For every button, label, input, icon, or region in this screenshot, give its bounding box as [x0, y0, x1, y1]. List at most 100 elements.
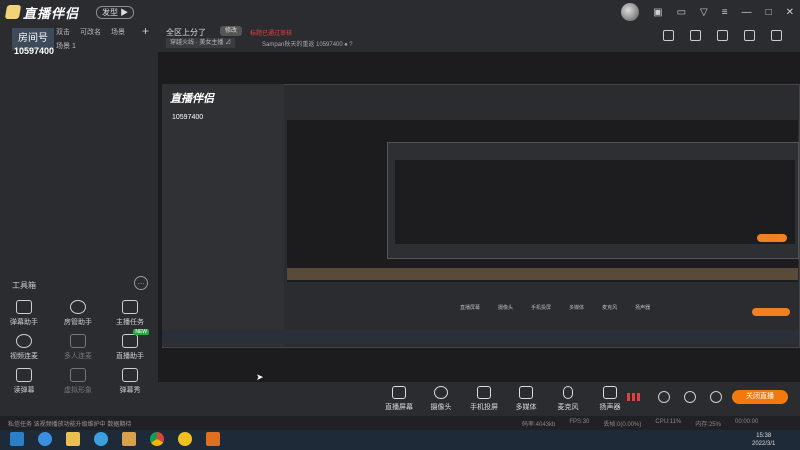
- live-app-icon[interactable]: [122, 432, 136, 446]
- scene-tab[interactable]: 可改名: [80, 27, 101, 37]
- start-icon[interactable]: [10, 432, 24, 446]
- speaker-button[interactable]: 扬声器: [593, 386, 627, 412]
- tool-read-danmu[interactable]: 读弹幕: [4, 368, 44, 395]
- media-button[interactable]: 多媒体: [509, 386, 543, 412]
- message-icon[interactable]: ▣: [653, 7, 662, 18]
- tool-live-helper[interactable]: NEW 直播助手: [110, 329, 150, 361]
- task-icon: [122, 300, 138, 314]
- category-selector[interactable]: 穿越火线 · 美女主播 ⊿: [166, 38, 235, 48]
- tool-label: 视频连麦: [10, 353, 38, 360]
- tool-label: 弹幕助手: [10, 319, 38, 326]
- maximize-icon[interactable]: □: [766, 7, 772, 18]
- memory-stat: 内存:25%: [695, 422, 721, 428]
- read-danmu-icon: [16, 368, 32, 382]
- qq-icon[interactable]: [178, 432, 192, 446]
- speaker-icon: [603, 386, 617, 399]
- tool-label: 直播助手: [116, 353, 144, 360]
- danmu-show-icon: [122, 368, 138, 382]
- nested-control-label: 麦克风: [602, 305, 618, 311]
- room-admin-icon: [70, 300, 86, 314]
- nested-controls: 直播屏幕 摄像头 手机投屏 多媒体 麦克风 扬声器: [460, 304, 650, 311]
- scene-label[interactable]: 场景 1: [56, 41, 76, 51]
- tool-label: 虚拟形象: [64, 387, 92, 394]
- add-scene-button[interactable]: +: [142, 24, 149, 38]
- fps-stat: FPS:30: [569, 419, 590, 425]
- game-icon[interactable]: [206, 432, 220, 446]
- scene-tab[interactable]: 双击: [56, 27, 70, 37]
- nested-logo: 直播伴侣: [170, 93, 214, 105]
- toolbox-more-button[interactable]: …: [134, 276, 148, 290]
- sogou-icon[interactable]: [38, 432, 52, 446]
- tool-label: 主播任务: [116, 319, 144, 326]
- tool-danmu-helper[interactable]: 弹幕助手: [4, 300, 44, 327]
- tool-label: 多人连麦: [64, 353, 92, 360]
- inbox-icon[interactable]: ▭: [677, 7, 686, 18]
- multi-link-icon: [70, 334, 86, 348]
- streamer-info: Sampan秋天的重返 10597400 ♠ ?: [262, 42, 353, 48]
- settings-icon[interactable]: [710, 391, 722, 403]
- control-label: 摄像头: [430, 404, 452, 411]
- control-label: 麦克风: [557, 404, 579, 411]
- nested-windows-taskbar: [162, 330, 798, 344]
- clock-date: 2022/3/1: [752, 441, 776, 447]
- tool-virtual-avatar[interactable]: 虚拟形象: [58, 368, 98, 395]
- browser-icon[interactable]: [94, 432, 108, 446]
- control-label: 扬声器: [599, 404, 621, 411]
- stream-stats: 码率:4043kb FPS:30 丢帧:0(0.00%) CPU:11% 内存:…: [522, 419, 758, 428]
- eye-icon[interactable]: [684, 391, 696, 403]
- scene-tabs: 双击 可改名 场景: [56, 27, 125, 37]
- nested-control-label: 摄像头: [498, 305, 514, 311]
- phone-cast-icon: [477, 386, 491, 399]
- logo-mark-icon: [4, 5, 22, 19]
- version-badge[interactable]: 发型 ▶: [96, 6, 135, 19]
- new-badge: NEW: [133, 329, 149, 335]
- live-helper-icon: NEW: [122, 329, 149, 348]
- room-id: 10597400: [14, 46, 55, 56]
- nested-sidebar: [162, 84, 284, 346]
- gift-icon[interactable]: [663, 30, 674, 41]
- tool-multi-link[interactable]: 多人连麦: [58, 334, 98, 361]
- volume-level[interactable]: [627, 393, 641, 401]
- record-icon[interactable]: [658, 391, 670, 403]
- danmu-icon: [16, 300, 32, 314]
- nested-close-live-button: [757, 234, 787, 242]
- close-icon[interactable]: ✕: [786, 7, 794, 18]
- window-controls: ▣ ▭ ▽ ≡ — □ ✕: [621, 3, 794, 21]
- cpu-stat: CPU:11%: [655, 419, 682, 425]
- tool-label: 读弹幕: [13, 387, 35, 394]
- lock-icon[interactable]: [690, 30, 701, 41]
- folder-icon[interactable]: [66, 432, 80, 446]
- minimize-icon[interactable]: —: [742, 7, 752, 18]
- bell-icon[interactable]: [744, 30, 755, 41]
- tool-room-admin[interactable]: 房管助手: [58, 300, 98, 327]
- logo-text: 直播伴侣: [23, 5, 80, 21]
- status-message: 私信任务 该视频播放功能升级维护中 数据期待: [8, 422, 132, 428]
- menu-icon[interactable]: ≡: [722, 7, 728, 18]
- tool-label: 弹幕秀: [119, 387, 141, 394]
- chrome-icon[interactable]: [150, 432, 164, 446]
- control-label: 手机投屏: [470, 404, 498, 411]
- shirt-icon[interactable]: ▽: [700, 7, 708, 18]
- tool-label: 房管助手: [64, 319, 92, 326]
- tool-video-link[interactable]: 视频连麦: [4, 334, 44, 361]
- microphone-button[interactable]: 麦克风: [551, 386, 585, 412]
- screen-capture-button[interactable]: 直播屏幕: [382, 386, 416, 412]
- cart-icon[interactable]: [717, 30, 728, 41]
- nested-control-label: 直播屏幕: [460, 305, 481, 311]
- phone-cast-button[interactable]: 手机投屏: [467, 386, 501, 412]
- tool-danmu-show[interactable]: 弹幕秀: [110, 368, 150, 395]
- live-duration: 00:00:00: [734, 419, 759, 425]
- nested-taskbar: [287, 268, 798, 280]
- nested-room-id: 10597400: [172, 114, 204, 121]
- camera-button[interactable]: 摄像头: [424, 386, 458, 412]
- dropped-frames-stat: 丢帧:0(0.00%): [603, 422, 642, 428]
- scene-tab[interactable]: 场景: [111, 27, 125, 37]
- edit-title-button[interactable]: 修改: [220, 26, 242, 36]
- system-clock: 15:38 2022/3/1: [752, 432, 775, 448]
- tool-host-task[interactable]: 主播任务: [110, 300, 150, 327]
- avatar[interactable]: [621, 3, 640, 21]
- toolbox-title: 工具箱: [12, 281, 36, 290]
- nested-control-label: 多媒体: [569, 305, 585, 311]
- share-icon[interactable]: [771, 30, 782, 41]
- close-live-button[interactable]: 关闭直播: [732, 390, 788, 404]
